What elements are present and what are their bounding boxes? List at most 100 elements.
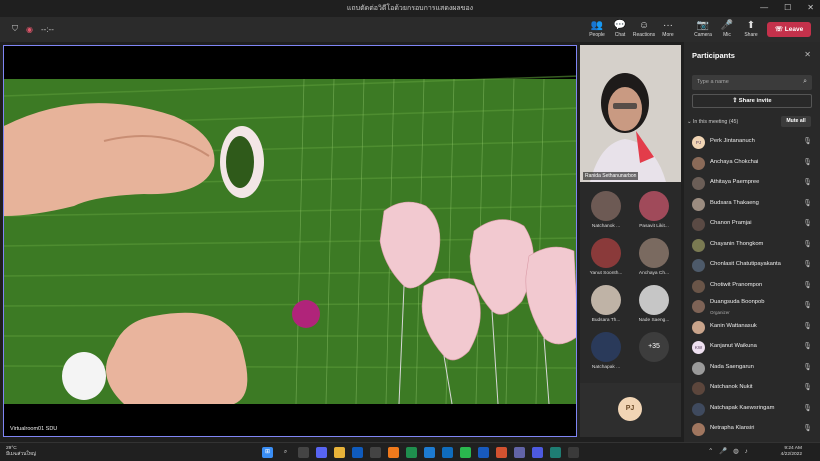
participant-row[interactable]: Duangsuda Boonpob Organizer 🎙 <box>692 297 816 318</box>
camera-button[interactable]: 📷 Camera <box>690 19 716 38</box>
shared-video-stage[interactable]: Virtualroom01 SDU <box>3 45 577 437</box>
gallery-tile[interactable]: Yanut Soonth... <box>582 238 630 276</box>
spotlight-name: Ranida Sethanunarbon <box>583 172 639 180</box>
mic-off-icon[interactable]: 🎙 <box>803 240 812 248</box>
mic-off-icon[interactable]: 🎙 <box>803 281 812 289</box>
participant-name: Chonlasit Chatutipayakanta <box>710 261 781 267</box>
avatar <box>591 332 621 362</box>
participant-row[interactable]: Budsara Thakaeng 🎙 <box>692 195 816 216</box>
mute-all-button[interactable]: Mute all <box>781 116 811 127</box>
powerpoint-icon[interactable] <box>496 447 507 458</box>
line-icon[interactable] <box>460 447 471 458</box>
participant-row[interactable]: Kanin Wattanasuk 🎙 <box>692 318 816 339</box>
participant-row[interactable]: Anchaya Chokchai 🎙 <box>692 154 816 175</box>
reactions-button[interactable]: ☺ Reactions <box>631 19 657 38</box>
gallery-tile[interactable]: Anchaya Ch... <box>630 238 678 276</box>
shield-icon[interactable]: ⛉ <box>12 24 18 34</box>
gallery-tile[interactable]: Nade Saeng... <box>630 285 678 323</box>
participant-row[interactable]: Chotiwit Pranompon 🎙 <box>692 277 816 298</box>
chat-button[interactable]: 💬 Chat <box>607 19 633 38</box>
mic-button[interactable]: 🎤 Mic <box>714 19 740 38</box>
smile-icon: ☺ <box>638 20 650 31</box>
spotlight-video[interactable]: Ranida Sethanunarbon <box>580 45 681 182</box>
gallery-tile[interactable]: Natchapak ... <box>582 332 630 370</box>
participant-name: Chayanin Thongkom <box>710 240 764 247</box>
maximize-button[interactable]: ☐ <box>784 3 791 12</box>
close-window-button[interactable]: ✕ <box>807 3 814 12</box>
participant-name: Chotiwit Pranompon <box>710 281 763 288</box>
app-icon[interactable] <box>532 447 543 458</box>
mic-off-icon[interactable]: 🎙 <box>803 404 812 412</box>
share-button[interactable]: ⬆ Share <box>738 19 764 38</box>
gallery-tile[interactable]: Pasavit Likit... <box>630 191 678 229</box>
mic-off-icon[interactable]: 🎙 <box>803 178 812 186</box>
participant-row[interactable]: Chayanin Thongkom 🎙 <box>692 236 816 257</box>
pj-video-tile[interactable]: PJ <box>580 383 681 437</box>
participant-row[interactable]: Natchanok Nukit 🎙 <box>692 379 816 400</box>
participant-name: Nada Saengarun <box>710 363 754 370</box>
leave-button[interactable]: ☏ Leave <box>767 22 811 37</box>
outlook-icon[interactable] <box>442 447 453 458</box>
more-button[interactable]: ··· More <box>655 19 681 38</box>
mic-off-icon[interactable]: 🎙 <box>803 342 812 350</box>
participant-name: Natchapak Kaewsringam <box>710 404 775 411</box>
file-explorer-icon[interactable] <box>334 447 345 458</box>
participant-row[interactable]: Chanon Pramjai 🎙 <box>692 215 816 236</box>
record-icon: ◉ <box>26 24 33 34</box>
mic-off-icon[interactable]: 🎙 <box>803 363 812 371</box>
avatar <box>692 320 705 334</box>
start-icon[interactable]: ⊞ <box>262 447 273 458</box>
mic-off-icon[interactable]: 🎙 <box>803 199 812 207</box>
participant-row[interactable]: KW Kanjanut Waikuna 🎙 <box>692 338 816 359</box>
avatar <box>692 382 705 395</box>
participant-row[interactable]: Natchapak Kaewsringam 🎙 <box>692 400 816 421</box>
participant-row[interactable]: Netrapha Klansiri 🎙 <box>692 420 816 441</box>
spotlight-person <box>580 45 681 182</box>
participant-row[interactable]: PJ Perk Jintananuch 🎙 <box>692 133 816 154</box>
mic-off-icon[interactable]: 🎙 <box>803 219 812 227</box>
window-title: แถบตัดต่อวิดีโอด้วยกรอบการแสดงผลของ <box>346 5 474 12</box>
teams-chat-icon[interactable] <box>316 447 327 458</box>
avatar <box>692 279 705 293</box>
participant-row[interactable]: Athitaya Paempree 🎙 <box>692 174 816 195</box>
word-icon[interactable] <box>478 447 489 458</box>
mic-off-icon[interactable]: 🎙 <box>803 383 812 391</box>
mic-off-icon[interactable]: 🎙 <box>803 260 812 268</box>
avatar <box>692 259 705 272</box>
avatar: PJ <box>692 136 705 149</box>
clock[interactable]: 9:24 AM 4/22/2022 <box>781 446 802 458</box>
weather-widget[interactable]: 29°C มีเมฆส่วนใหญ่ <box>6 446 36 458</box>
participant-search-input[interactable]: Type a name ⌕ <box>692 75 812 90</box>
illustrator-icon[interactable] <box>388 447 399 458</box>
mic-off-icon[interactable]: 🎙 <box>803 137 812 145</box>
close-icon[interactable]: ✕ <box>804 50 811 59</box>
share-invite-button[interactable]: ⇪ Share invite <box>692 94 812 108</box>
edge-icon[interactable] <box>424 447 435 458</box>
minimize-button[interactable]: — <box>760 3 768 12</box>
mic-off-icon[interactable]: 🎙 <box>803 424 812 432</box>
chrome-icon[interactable] <box>406 447 417 458</box>
avatar <box>639 238 669 268</box>
more-participants-tile[interactable]: +35 <box>630 332 678 362</box>
search-icon[interactable]: ⌕ <box>280 447 291 458</box>
avatar <box>692 197 705 211</box>
mic-off-icon[interactable]: 🎙 <box>803 322 812 330</box>
in-meeting-section[interactable]: ⌄ In this meeting (45) <box>687 119 738 125</box>
mic-off-icon[interactable]: 🎙 <box>803 158 812 166</box>
photoshop-icon[interactable] <box>352 447 363 458</box>
app-icon[interactable] <box>370 447 381 458</box>
system-tray[interactable]: ⌃ 🎤 ◍ ♪ <box>708 447 750 455</box>
avatar <box>692 361 705 375</box>
task-view-icon[interactable] <box>298 447 309 458</box>
mic-off-icon[interactable]: 🎙 <box>803 301 812 309</box>
avatar <box>692 423 705 436</box>
share-icon: ⬆ <box>746 20 756 31</box>
app-icon[interactable] <box>568 447 579 458</box>
gallery-tile[interactable]: Budsara Th... <box>582 285 630 323</box>
app-icon[interactable] <box>550 447 561 458</box>
participant-row[interactable]: Nada Saengarun 🎙 <box>692 359 816 380</box>
gallery-tile[interactable]: Natchanok ... <box>582 191 630 229</box>
participant-row[interactable]: Chonlasit Chatutipayakanta 🎙 <box>692 256 816 277</box>
teams-icon[interactable] <box>514 447 525 458</box>
windows-taskbar: 29°C มีเมฆส่วนใหญ่ ⊞ ⌕ ⌃ 🎤 ◍ ♪ 9:24 AM 4… <box>0 442 820 461</box>
